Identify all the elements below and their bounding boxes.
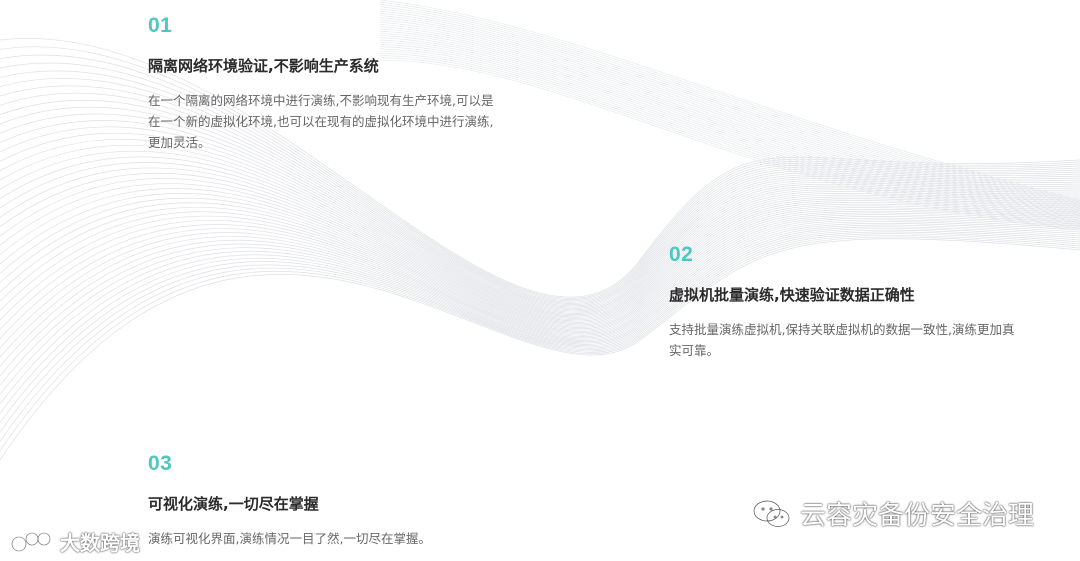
watermark-right: 云容灾备份安全治理: [752, 495, 1034, 532]
page: 01 隔离网络环境验证,不影响生产系统 在一个隔离的网络环境中进行演练,不影响现…: [0, 0, 1080, 561]
desc-line: 更加灵活。: [148, 135, 211, 150]
desc-line: 实可靠。: [669, 343, 720, 358]
desc-line: 在一个隔离的网络环境中进行演练,不影响现有生产环境,可以是: [148, 93, 494, 108]
feature-number: 01: [148, 14, 173, 37]
feature-title: 可视化演练,一切尽在掌握: [148, 495, 319, 513]
feature-description: 演练可视化界面,演练情况一目了然,一切尽在掌握。: [148, 528, 548, 549]
feature-number: 03: [148, 452, 173, 475]
feature-block-1: 01 隔离网络环境验证,不影响生产系统 在一个隔离的网络环境中进行演练,不影响现…: [148, 14, 548, 153]
weibo-like-logo-icon: [10, 531, 52, 552]
feature-block-2: 02 虚拟机批量演练,快速验证数据正确性 支持批量演练虚拟机,保持关联虚拟机的数…: [669, 243, 1069, 361]
desc-line: 支持批量演练虚拟机,保持关联虚拟机的数据一致性,演练更加真: [669, 322, 1015, 337]
feature-title: 隔离网络环境验证,不影响生产系统: [148, 57, 379, 75]
feature-title: 虚拟机批量演练,快速验证数据正确性: [669, 286, 915, 304]
feature-number: 02: [669, 243, 694, 266]
wechat-icon: [752, 499, 791, 528]
watermark-left-text: 大数跨境: [60, 531, 140, 555]
watermark-right-text: 云容灾备份安全治理: [800, 501, 1035, 531]
desc-line: 演练可视化界面,演练情况一目了然,一切尽在掌握。: [148, 531, 431, 546]
feature-description: 支持批量演练虚拟机,保持关联虚拟机的数据一致性,演练更加真 实可靠。: [669, 319, 1069, 361]
feature-description: 在一个隔离的网络环境中进行演练,不影响现有生产环境,可以是 在一个新的虚拟化环境…: [148, 90, 548, 153]
desc-line: 在一个新的虚拟化环境,也可以在现有的虚拟化环境中进行演练,: [148, 114, 494, 129]
watermark-left: 大数跨境: [10, 527, 140, 556]
feature-block-3: 03 可视化演练,一切尽在掌握 演练可视化界面,演练情况一目了然,一切尽在掌握。: [148, 452, 548, 549]
